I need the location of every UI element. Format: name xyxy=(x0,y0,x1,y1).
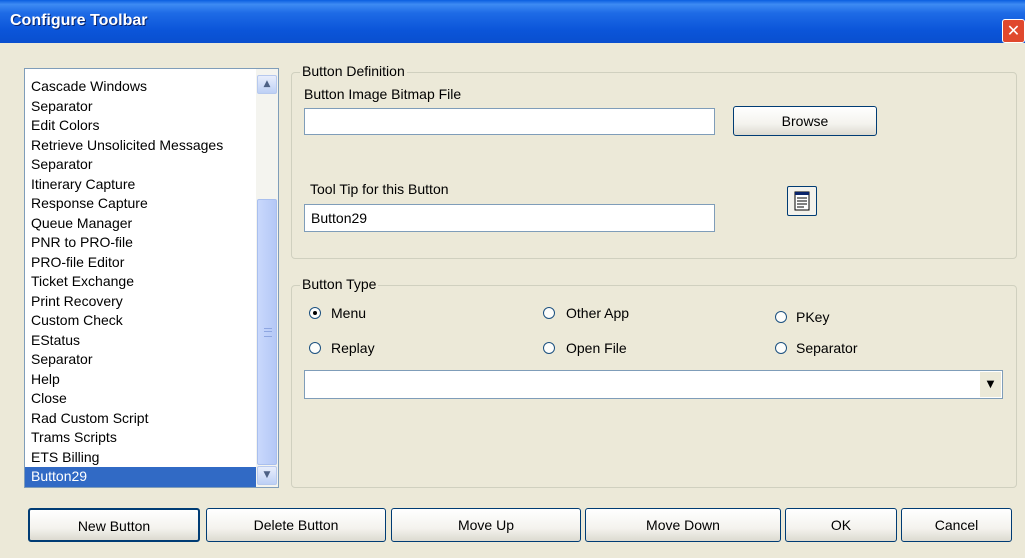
button-definition-legend: Button Definition xyxy=(300,63,407,79)
list-item[interactable]: Custom Check xyxy=(25,311,257,331)
scroll-up-icon[interactable]: ▲ xyxy=(257,75,277,94)
list-item[interactable]: Cascade Windows xyxy=(25,77,257,97)
radio-other-app-label: Other App xyxy=(566,305,630,321)
radio-replay[interactable] xyxy=(309,342,321,354)
list-item[interactable]: Separator xyxy=(25,97,257,117)
move-up-button[interactable]: Move Up xyxy=(391,508,581,542)
list-item[interactable]: Edit Colors xyxy=(25,116,257,136)
radio-open-file-label: Open File xyxy=(566,340,627,356)
scrollbar-thumb[interactable] xyxy=(257,199,277,465)
button-type-legend: Button Type xyxy=(300,276,379,292)
list-item[interactable]: Print Recovery xyxy=(25,292,257,312)
list-item[interactable]: Rad Custom Script xyxy=(25,409,257,429)
radio-pkey[interactable] xyxy=(775,311,787,323)
radio-pkey-label: PKey xyxy=(796,309,830,325)
image-file-input[interactable] xyxy=(304,108,715,135)
radio-menu-label: Menu xyxy=(331,305,367,321)
list-scrollbar[interactable]: ▲ ▼ xyxy=(256,69,278,487)
list-item[interactable]: Help xyxy=(25,370,257,390)
list-item[interactable]: Queue Manager xyxy=(25,214,257,234)
move-down-button[interactable]: Move Down xyxy=(585,508,781,542)
window-title: Configure Toolbar xyxy=(10,12,148,29)
new-button-button[interactable]: New Button xyxy=(28,508,200,542)
button-preview[interactable] xyxy=(787,186,817,216)
title-bar[interactable]: Configure Toolbar ✕ xyxy=(0,0,1025,43)
delete-button-button[interactable]: Delete Button xyxy=(206,508,386,542)
list-item[interactable]: Close xyxy=(25,389,257,409)
radio-separator[interactable] xyxy=(775,342,787,354)
browse-button[interactable]: Browse xyxy=(733,106,877,136)
list-item[interactable]: Itinerary Capture xyxy=(25,175,257,195)
image-file-label: Button Image Bitmap File xyxy=(304,86,462,102)
ok-button[interactable]: OK xyxy=(785,508,897,542)
list-item[interactable]: PRO-file Editor xyxy=(25,253,257,273)
radio-replay-label: Replay xyxy=(331,340,375,356)
configure-toolbar-dialog: Configure Toolbar ✕ Cascade Windows Separ… xyxy=(0,0,1025,558)
grip-icon xyxy=(264,328,272,337)
radio-open-file[interactable] xyxy=(543,342,555,354)
list-items-container: Cascade Windows Separator Edit Colors Retri… xyxy=(25,77,257,487)
list-item[interactable]: EStatus xyxy=(25,331,257,351)
cancel-button[interactable]: Cancel xyxy=(901,508,1012,542)
list-item[interactable]: Separator xyxy=(25,350,257,370)
list-item[interactable]: ETS Billing xyxy=(25,448,257,468)
list-item[interactable]: Ticket Exchange xyxy=(25,272,257,292)
list-item[interactable]: Trams Scripts xyxy=(25,428,257,448)
document-list-icon xyxy=(794,191,810,211)
list-item[interactable]: Response Capture xyxy=(25,194,257,214)
tooltip-input[interactable]: Button29 xyxy=(304,204,715,232)
list-item[interactable]: Retrieve Unsolicited Messages xyxy=(25,136,257,156)
tooltip-label: Tool Tip for this Button xyxy=(310,181,449,197)
close-icon[interactable]: ✕ xyxy=(1002,19,1025,43)
type-value-combobox[interactable]: ▼ xyxy=(304,370,1003,399)
scroll-down-icon[interactable]: ▼ xyxy=(257,466,277,485)
list-item[interactable]: Separator xyxy=(25,155,257,175)
list-item[interactable]: Button29 xyxy=(25,467,257,487)
list-item[interactable]: PNR to PRO-file xyxy=(25,233,257,253)
radio-menu[interactable] xyxy=(309,307,321,319)
radio-separator-label: Separator xyxy=(796,340,858,356)
chevron-down-icon[interactable]: ▼ xyxy=(979,372,1001,397)
radio-other-app[interactable] xyxy=(543,307,555,319)
toolbar-buttons-list[interactable]: Cascade Windows Separator Edit Colors Retri… xyxy=(24,68,279,488)
